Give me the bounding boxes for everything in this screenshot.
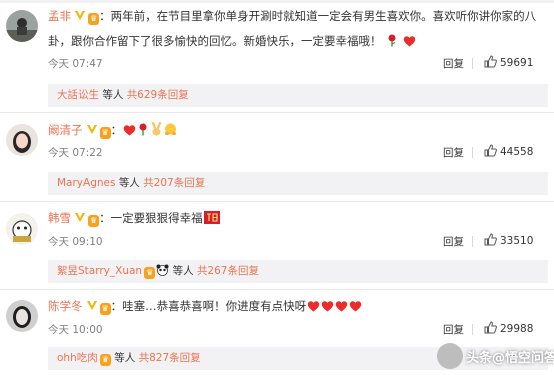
reply-button[interactable]: 回复 <box>443 322 464 337</box>
v-badge-icon <box>86 301 97 310</box>
vip-badge-icon: ♛ <box>99 354 111 366</box>
reply-text: 等人 <box>114 352 136 364</box>
divider <box>472 324 473 335</box>
heart-icon <box>335 301 348 312</box>
avatar[interactable] <box>6 300 38 332</box>
like-button[interactable]: 29988 <box>484 321 533 335</box>
comment-text: ：哇塞…恭喜恭喜啊！你进度有点快呀 <box>110 299 307 313</box>
reply-count-link[interactable]: 共827条回复 <box>139 352 201 364</box>
username[interactable]: 陈学冬 <box>48 299 83 313</box>
reply-username[interactable]: ohh吃肉 <box>57 352 98 364</box>
heart-icon <box>307 301 320 312</box>
watermark: 头条@悟空问答 <box>466 351 554 366</box>
like-count: 29988 <box>500 323 534 335</box>
comment-item: 陈学冬 ♛ ：哇塞…恭喜恭喜啊！你进度有点快呀 今天 10:00 回复 29988 … <box>0 0 554 375</box>
vip-badge-icon: ♛ <box>99 303 111 315</box>
thumb-up-icon <box>484 321 497 334</box>
timestamp: 今天 10:00 <box>48 324 103 336</box>
watermark-logo-icon <box>437 343 463 369</box>
comment-header: 陈学冬 ♛ ：哇塞…恭喜恭喜啊！你进度有点快呀 <box>48 299 362 315</box>
heart-icon <box>321 301 334 312</box>
heart-icon <box>349 301 362 312</box>
